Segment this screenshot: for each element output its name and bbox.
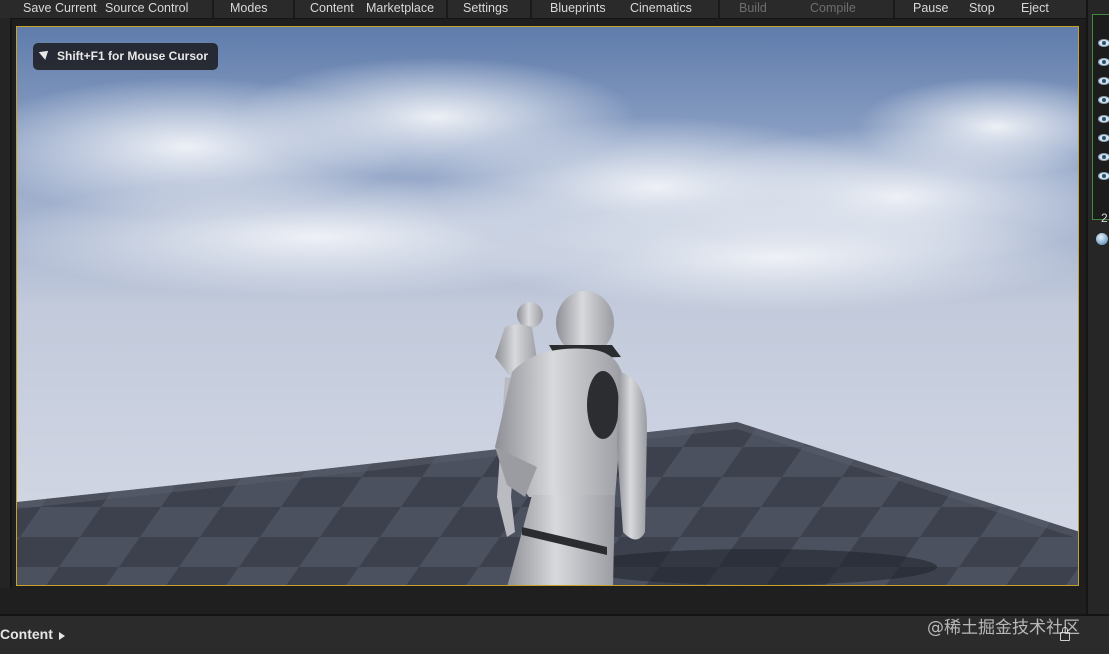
eject-button[interactable]: Eject [1021, 0, 1049, 18]
pause-button[interactable]: Pause [913, 0, 948, 18]
visibility-eye-icon[interactable] [1098, 134, 1109, 142]
visibility-eye-icon[interactable] [1098, 153, 1109, 161]
clouds [17, 57, 1078, 312]
globe-icon[interactable] [1096, 233, 1108, 245]
viewport-bottom-gap [0, 588, 1086, 614]
save-current-button[interactable]: Save Current [23, 0, 97, 18]
content-button[interactable]: Content [310, 0, 354, 18]
visibility-eye-icon[interactable] [1098, 39, 1109, 47]
marketplace-button[interactable]: Marketplace [366, 0, 434, 18]
toolbar-separator [212, 0, 214, 18]
level-editor-toolbar: Save Current Source Control Modes Conten… [0, 0, 1090, 19]
toolbar-separator [446, 0, 448, 18]
toolbar-separator [530, 0, 532, 18]
viewport-scene [17, 27, 1078, 585]
toolbar-separator [718, 0, 720, 18]
game-viewport[interactable]: Shift+F1 for Mouse Cursor [16, 26, 1079, 586]
toolbar-separator [893, 0, 895, 18]
stop-button[interactable]: Stop [969, 0, 995, 18]
chevron-right-icon[interactable] [59, 632, 65, 640]
blueprints-button[interactable]: Blueprints [550, 0, 606, 18]
cinematics-button[interactable]: Cinematics [630, 0, 692, 18]
world-outliner-panel: 2 [1086, 0, 1109, 614]
mouse-cursor-icon [38, 47, 52, 60]
visibility-eye-icon[interactable] [1098, 115, 1109, 123]
visibility-eye-icon[interactable] [1098, 77, 1109, 85]
build-button[interactable]: Build [739, 0, 767, 18]
settings-button[interactable]: Settings [463, 0, 508, 18]
visibility-eye-icon[interactable] [1098, 172, 1109, 180]
visibility-eye-icon[interactable] [1098, 58, 1109, 66]
compile-button[interactable]: Compile [810, 0, 856, 18]
visibility-eye-icon[interactable] [1098, 96, 1109, 104]
mouse-cursor-hint: Shift+F1 for Mouse Cursor [33, 43, 219, 70]
mouse-cursor-hint-text: Shift+F1 for Mouse Cursor [57, 49, 209, 63]
source-control-button[interactable]: Source Control [105, 0, 188, 18]
modes-button[interactable]: Modes [230, 0, 268, 18]
toolbar-separator [293, 0, 295, 18]
left-panel-edge [0, 18, 12, 614]
world-outliner-list[interactable]: 2 [1092, 14, 1109, 225]
watermark: @稀土掘金技术社区 [927, 618, 1080, 638]
character-shadow [577, 549, 937, 585]
outliner-actor-count: 2 [1101, 211, 1108, 225]
content-browser-tab[interactable]: Content [0, 626, 53, 642]
